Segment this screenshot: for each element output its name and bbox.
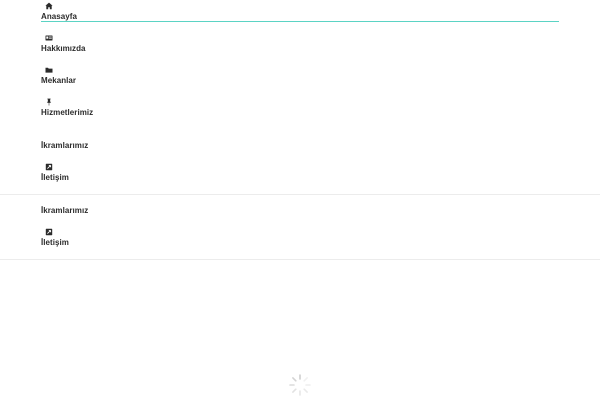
nav-item-label: Mekanlar	[41, 76, 77, 85]
nav-item-label: İkramlarımız	[41, 206, 89, 215]
divider	[0, 194, 600, 195]
nav-item-label: İkramlarımız	[41, 141, 89, 150]
divider	[0, 259, 600, 260]
nav-item-label: İletişim	[41, 238, 69, 247]
spinner-icon	[289, 374, 311, 396]
contact-icon	[45, 228, 53, 236]
nav-item-label: Anasayfa	[41, 12, 77, 21]
contact-icon	[45, 163, 53, 171]
page: Anasayfa Hakkımızda Mekanlar Hizmetlerim…	[0, 0, 600, 400]
nav-item-label: Hizmetlerimiz	[41, 108, 94, 117]
folder-icon	[45, 67, 53, 73]
nav-item-label: Hakkımızda	[41, 44, 86, 53]
home-icon	[45, 2, 53, 10]
nav-item-label: İletişim	[41, 173, 69, 182]
active-indicator	[41, 21, 559, 22]
pin-icon	[46, 98, 52, 106]
id-card-icon	[45, 35, 53, 41]
